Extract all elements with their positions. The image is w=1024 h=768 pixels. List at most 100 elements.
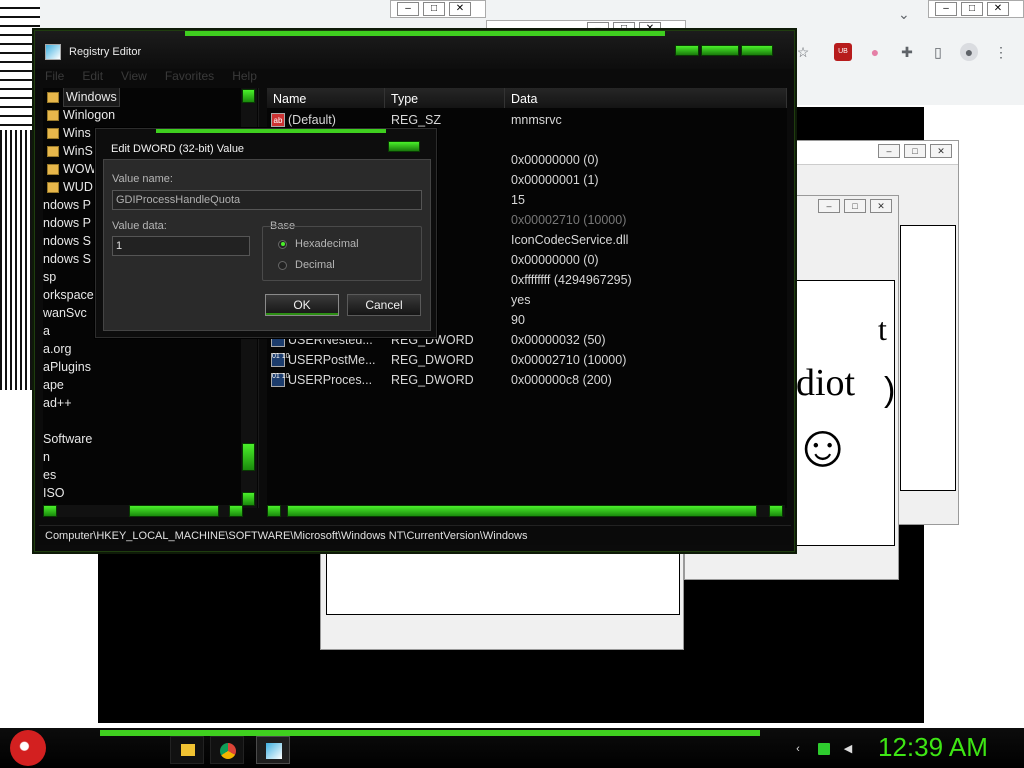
title-accent <box>185 31 665 36</box>
close-button[interactable] <box>741 45 773 56</box>
folder-icon <box>47 145 59 157</box>
value-data-cell: yes <box>511 293 531 307</box>
maximize-button[interactable]: □ <box>961 2 983 16</box>
tree-item[interactable]: Winlogon <box>43 106 258 124</box>
status-bar-path: Computer\HKEY_LOCAL_MACHINE\SOFTWARE\Mic… <box>39 525 791 545</box>
network-icon[interactable] <box>818 743 830 755</box>
folder-icon <box>47 109 59 121</box>
close-button[interactable]: ✕ <box>449 2 471 16</box>
value-data-cell: 0x00000001 (1) <box>511 173 599 187</box>
minimize-button[interactable] <box>675 45 699 56</box>
value-name-text: USERPostMe... <box>288 353 376 367</box>
scroll-left-arrow[interactable] <box>43 505 57 517</box>
maximize-button[interactable]: □ <box>904 144 926 158</box>
column-name[interactable]: Name <box>267 88 385 108</box>
menu-view[interactable]: View <box>121 69 147 85</box>
chrome-icon[interactable] <box>210 736 244 764</box>
value-type-cell: REG_DWORD <box>391 353 474 367</box>
tree-item-label: Software <box>43 432 93 446</box>
value-name-field[interactable]: GDIProcessHandleQuota <box>112 190 422 210</box>
browser-window-controls-2: – □ ✕ <box>928 0 1024 18</box>
registry-editor-taskbar-icon[interactable] <box>256 736 290 764</box>
tree-item-label: aPlugins <box>43 360 91 374</box>
value-data-cell: IconCodecService.dll <box>511 233 629 247</box>
minimize-button[interactable]: – <box>397 2 419 16</box>
star-icon[interactable]: ☆ <box>794 43 812 61</box>
column-data[interactable]: Data <box>505 88 787 108</box>
column-type[interactable]: Type <box>385 88 505 108</box>
value-type-cell: REG_SZ <box>391 113 442 127</box>
tree-item[interactable]: a.org <box>43 340 258 358</box>
tree-item[interactable] <box>43 412 258 430</box>
tree-item[interactable]: Software <box>43 430 258 448</box>
puzzle-icon[interactable]: ✚ <box>898 43 916 61</box>
maximize-button[interactable]: □ <box>423 2 445 16</box>
scroll-right-arrow[interactable] <box>769 505 783 517</box>
volume-icon[interactable]: ◀ <box>842 743 854 755</box>
scroll-down-arrow[interactable] <box>242 492 255 506</box>
scroll-thumb[interactable] <box>129 505 219 517</box>
menu-edit[interactable]: Edit <box>82 69 103 85</box>
value-row[interactable]: 01 10 USERPostMe... REG_DWORD 0x00002710 (1… <box>267 350 787 370</box>
maximize-button[interactable] <box>701 45 739 56</box>
file-explorer-icon[interactable] <box>170 736 204 764</box>
title-accent <box>156 129 386 133</box>
tree-item-label: wanSvc <box>43 306 87 320</box>
hexadecimal-radio[interactable]: Hexadecimal <box>278 238 359 250</box>
value-name-cell: ab (Default) <box>267 113 385 127</box>
tree-item[interactable]: Windows <box>43 88 258 107</box>
scroll-thumb[interactable] <box>287 505 757 517</box>
sidebar-icon[interactable]: ▯ <box>929 43 947 61</box>
minimize-button[interactable]: – <box>818 199 840 213</box>
maximize-button[interactable]: □ <box>844 199 866 213</box>
ok-button[interactable]: OK <box>265 294 339 316</box>
value-data-cell: 0xffffffff (4294967295) <box>511 273 632 287</box>
dialog-close-button[interactable] <box>388 141 420 152</box>
menu-help[interactable]: Help <box>232 69 257 85</box>
close-button[interactable]: ✕ <box>987 2 1009 16</box>
minimize-button[interactable]: – <box>935 2 957 16</box>
tray-chevron-icon[interactable]: ‹ <box>792 743 804 755</box>
scroll-left-arrow[interactable] <box>267 505 281 517</box>
value-name-cell: 01 10 USERProces... <box>267 373 385 387</box>
close-button[interactable]: ✕ <box>870 199 892 213</box>
paren-fragment: ) <box>884 371 896 409</box>
taskbar-clock[interactable]: 12:39 AM <box>878 732 988 763</box>
value-data-field[interactable]: 1 <box>112 236 250 256</box>
tree-item[interactable]: ad++ <box>43 394 258 412</box>
value-type-cell: REG_DWORD <box>391 373 474 387</box>
profile-icon[interactable]: ● <box>960 43 978 61</box>
tree-item-label: WinS <box>63 144 93 158</box>
scroll-right-arrow[interactable] <box>229 505 243 517</box>
flag-icon[interactable]: ● <box>866 43 884 61</box>
ublock-icon[interactable]: UB <box>834 43 852 61</box>
tree-item-label: Wins <box>63 126 91 140</box>
tree-item[interactable]: aPlugins <box>43 358 258 376</box>
close-button[interactable]: ✕ <box>930 144 952 158</box>
minimize-button[interactable]: – <box>878 144 900 158</box>
list-header: Name Type Data <box>267 88 787 108</box>
smiley-icon: ☺ <box>792 412 854 479</box>
tree-item[interactable]: n <box>43 448 258 466</box>
value-row[interactable]: 01 10 USERProces... REG_DWORD 0x000000c8 (2… <box>267 370 787 390</box>
menu-favorites[interactable]: Favorites <box>165 69 214 85</box>
tree-item[interactable]: es <box>43 466 258 484</box>
tree-item-label: ISO <box>43 486 65 500</box>
scroll-thumb[interactable] <box>242 443 255 471</box>
list-horizontal-scrollbar[interactable] <box>267 505 785 517</box>
value-row[interactable]: ab (Default) REG_SZ mnmsrvc <box>267 110 787 130</box>
value-name-text: USERProces... <box>288 373 373 387</box>
menu-file[interactable]: File <box>45 69 64 85</box>
decimal-radio[interactable]: Decimal <box>278 259 335 271</box>
start-button-angry-bird-icon[interactable] <box>10 730 46 766</box>
chevron-down-icon[interactable]: ⌄ <box>898 6 910 23</box>
window-titlebar[interactable]: Registry Editor <box>35 31 794 69</box>
tree-horizontal-scrollbar[interactable] <box>43 505 243 517</box>
tree-item-label: Winlogon <box>63 108 116 122</box>
tree-item[interactable]: ISO <box>43 484 258 502</box>
cancel-button[interactable]: Cancel <box>347 294 421 316</box>
value-data-cell: 0x00002710 (10000) <box>511 213 627 227</box>
menu-icon[interactable]: ⋮ <box>992 43 1010 61</box>
tree-item[interactable]: ape <box>43 376 258 394</box>
scroll-thumb[interactable] <box>242 89 255 103</box>
